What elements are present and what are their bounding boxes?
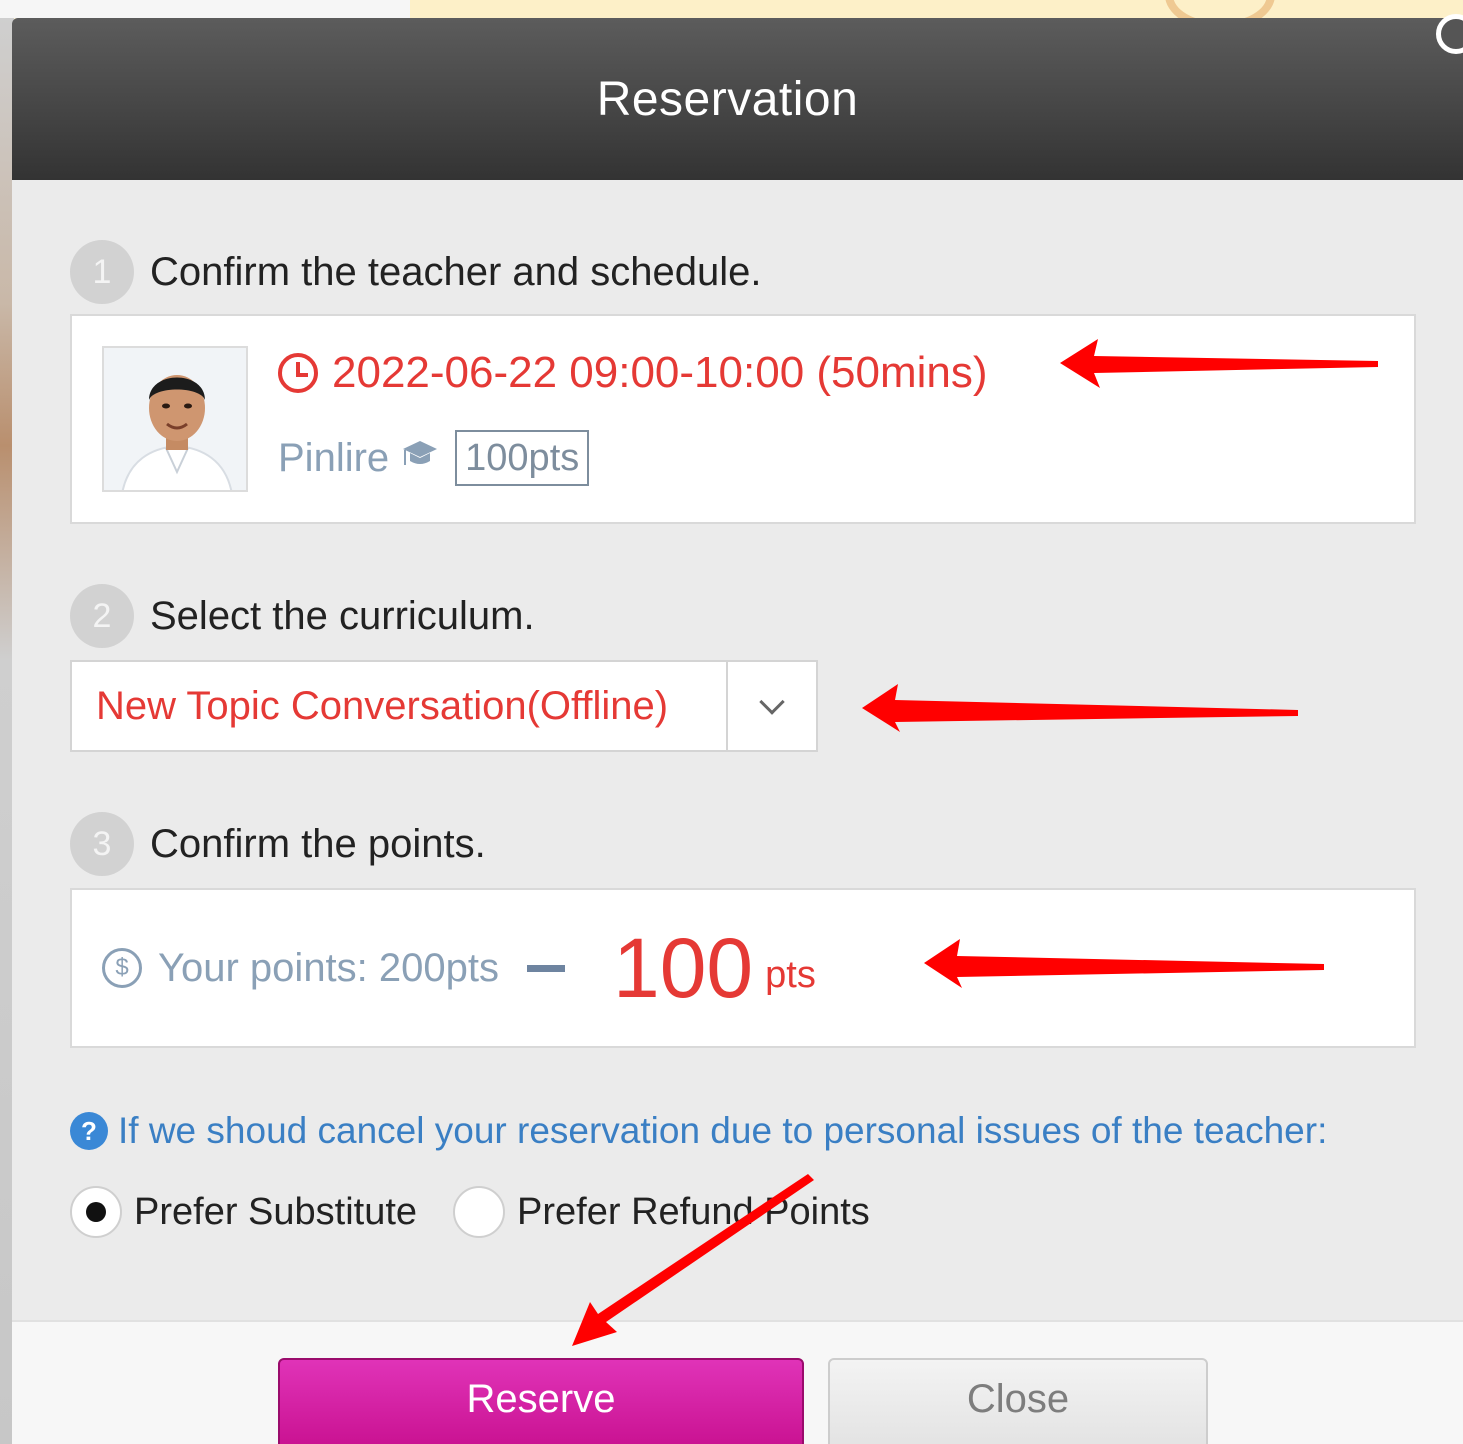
background-top-left — [0, 0, 410, 18]
teacher-avatar-image — [104, 348, 246, 490]
prefer-refund-label[interactable]: Prefer Refund Points — [517, 1191, 870, 1234]
step-1-heading: 1 Confirm the teacher and schedule. — [70, 240, 761, 304]
radio-selected-dot — [86, 1202, 106, 1222]
minus-icon — [527, 964, 565, 972]
reservation-dialog: Reservation 1 Confirm the teacher and sc… — [12, 18, 1463, 1444]
points-cost-unit: pts — [765, 953, 816, 996]
prefer-substitute-label[interactable]: Prefer Substitute — [134, 1191, 417, 1234]
current-points: Your points: 200pts — [158, 945, 499, 990]
cancellation-notice: ? If we shoud cancel your reservation du… — [70, 1110, 1327, 1152]
teacher-price-badge: 100pts — [455, 430, 590, 486]
step-3-number: 3 — [70, 812, 134, 876]
step-3-heading: 3 Confirm the points. — [70, 812, 486, 876]
step-3-text: Confirm the points. — [150, 821, 486, 866]
prefer-refund-radio[interactable] — [453, 1186, 506, 1238]
clock-icon — [278, 353, 318, 393]
close-button[interactable]: Close — [828, 1358, 1208, 1444]
schedule-datetime-row: 2022-06-22 09:00-10:00 (50mins) — [278, 348, 988, 398]
teacher-avatar — [102, 346, 248, 492]
step-2-number: 2 — [70, 584, 134, 648]
coin-icon: $ — [102, 948, 142, 988]
dialog-footer: Reserve Close — [12, 1320, 1463, 1444]
dialog-title: Reservation — [596, 72, 859, 126]
points-cost: 100 — [613, 920, 754, 1015]
schedule-datetime: 2022-06-22 09:00-10:00 (50mins) — [332, 348, 988, 397]
reserve-button[interactable]: Reserve — [278, 1358, 804, 1444]
teacher-info-row: Pinlire 100pts — [278, 430, 590, 486]
curriculum-dropdown-toggle[interactable] — [726, 662, 816, 750]
step-2-heading: 2 Select the curriculum. — [70, 584, 535, 648]
curriculum-selected-value[interactable]: New Topic Conversation(Offline) — [72, 662, 726, 750]
teacher-name[interactable]: Pinlire — [278, 436, 389, 481]
background-top-right — [410, 0, 1463, 18]
curriculum-select[interactable]: New Topic Conversation(Offline) — [70, 660, 818, 752]
step-2-text: Select the curriculum. — [150, 593, 535, 638]
cancellation-notice-text: If we shoud cancel your reservation due … — [118, 1110, 1328, 1151]
dialog-header: Reservation — [12, 18, 1463, 180]
teacher-schedule-panel: 2022-06-22 09:00-10:00 (50mins) Pinlire … — [70, 314, 1416, 524]
prefer-substitute-radio[interactable] — [70, 1186, 122, 1238]
help-circle-icon[interactable]: ? — [70, 1112, 108, 1150]
points-panel: $ Your points: 200pts 100 pts — [70, 888, 1416, 1048]
cancellation-preference-group: Prefer Substitute Prefer Refund Points — [70, 1186, 870, 1238]
points-summary-row: $ Your points: 200pts 100 pts — [102, 890, 816, 1046]
step-1-number: 1 — [70, 240, 134, 304]
graduation-cap-icon — [401, 439, 439, 477]
chevron-down-icon — [759, 689, 785, 715]
step-1-text: Confirm the teacher and schedule. — [150, 249, 762, 294]
